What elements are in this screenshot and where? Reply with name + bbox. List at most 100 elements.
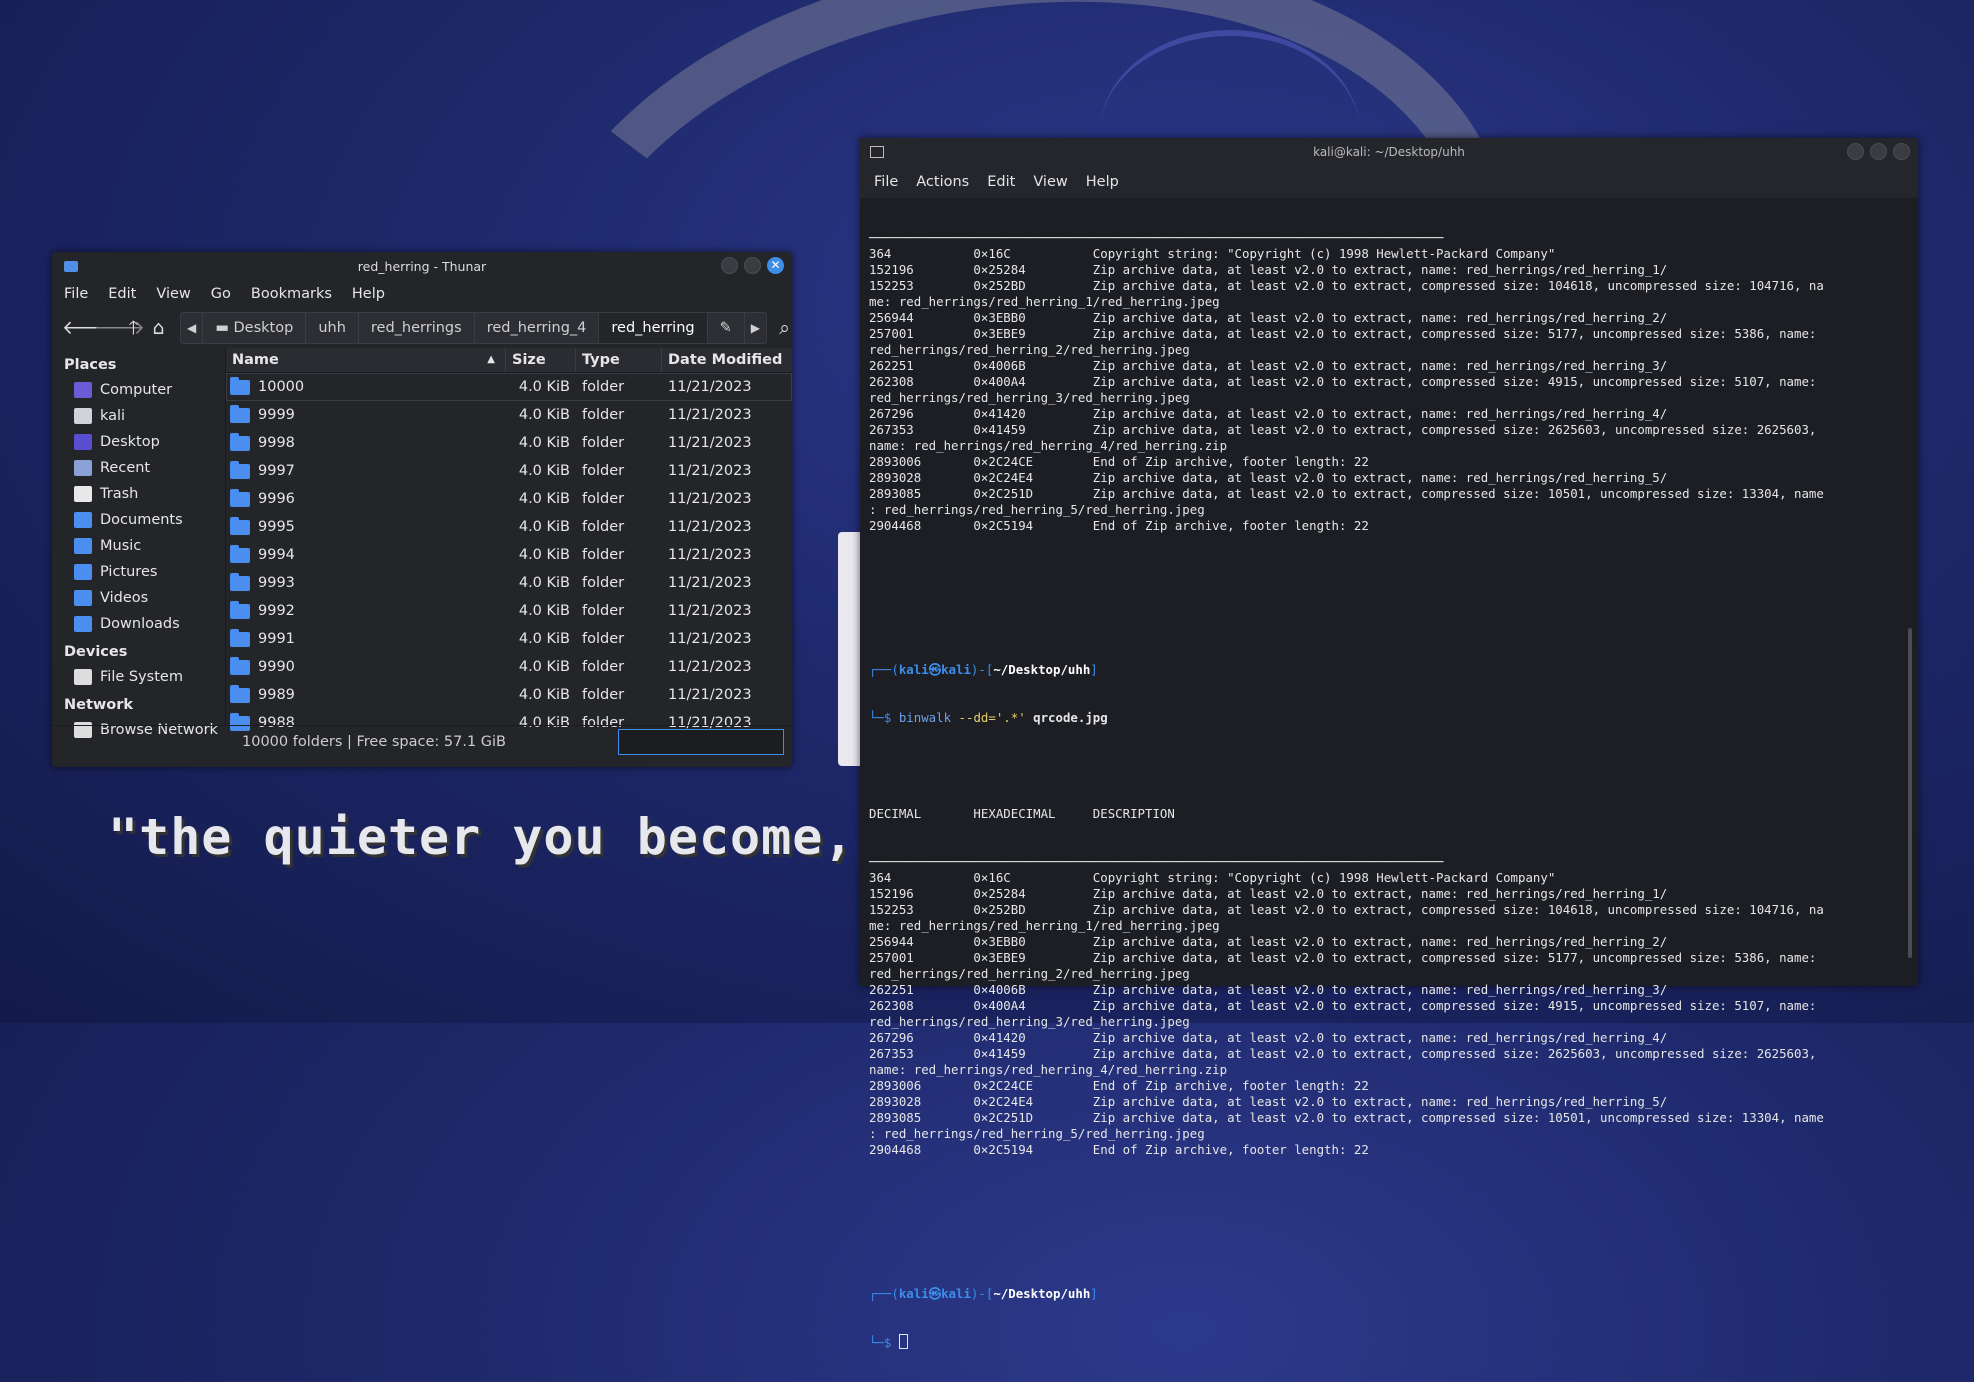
computer-icon — [74, 382, 92, 398]
menu-view[interactable]: View — [156, 286, 190, 302]
sidebar-item-label: Pictures — [100, 564, 158, 580]
breadcrumb-right-arrow-icon[interactable]: ▶ — [745, 313, 766, 343]
terminal-menu-view[interactable]: View — [1033, 174, 1067, 190]
home-icon[interactable]: ⌂ — [151, 317, 166, 339]
sidebar-item-label: Downloads — [100, 616, 180, 632]
terminal-line: 2893085 0×2C251D Zip archive data, at le… — [869, 1110, 1824, 1125]
column-date-modified[interactable]: Date Modified — [662, 348, 792, 372]
sidebar-item-documents[interactable]: Documents — [52, 507, 225, 533]
file-date-cell: 11/21/2023 — [668, 631, 752, 647]
music-icon — [74, 538, 92, 554]
sidebar-item-computer[interactable]: Computer — [52, 377, 225, 403]
terminal-line: 267353 0×41459 Zip archive data, at leas… — [869, 422, 1817, 437]
thunar-menubar: File Edit View Go Bookmarks Help — [52, 280, 792, 308]
file-size-cell: 4.0 KiB — [518, 575, 570, 591]
breadcrumb-red-herring-4[interactable]: red_herring_4 — [475, 313, 600, 343]
terminal-line: ────────────────────────────────────────… — [869, 230, 1444, 245]
sidebar-item-recent[interactable]: Recent — [52, 455, 225, 481]
menu-file[interactable]: File — [64, 286, 88, 302]
downloads-icon — [74, 616, 92, 632]
terminal-menu-file[interactable]: File — [874, 174, 898, 190]
table-row[interactable]: 9994 4.0 KiB folder 11/21/2023 — [226, 541, 792, 569]
file-type-cell: folder — [582, 463, 625, 479]
table-row[interactable]: 9996 4.0 KiB folder 11/21/2023 — [226, 485, 792, 513]
terminal-menu-actions[interactable]: Actions — [916, 174, 969, 190]
file-type-cell: folder — [582, 435, 625, 451]
column-name[interactable]: Name ▲ — [226, 348, 506, 372]
terminal-line: me: red_herrings/red_herring_1/red_herri… — [869, 294, 1220, 309]
terminal-output[interactable]: ────────────────────────────────────────… — [869, 198, 1900, 1382]
file-type-cell: folder — [582, 519, 625, 535]
documents-icon — [74, 512, 92, 528]
terminal-line: 257001 0×3EBE9 Zip archive data, at leas… — [869, 326, 1817, 341]
table-row[interactable]: 9992 4.0 KiB folder 11/21/2023 — [226, 597, 792, 625]
table-row[interactable]: 9989 4.0 KiB folder 11/21/2023 — [226, 681, 792, 709]
table-row[interactable]: 9995 4.0 KiB folder 11/21/2023 — [226, 513, 792, 541]
search-icon[interactable]: ⌕ — [777, 317, 792, 339]
table-row[interactable]: 9991 4.0 KiB folder 11/21/2023 — [226, 625, 792, 653]
terminal-line: 262308 0×400A4 Zip archive data, at leas… — [869, 374, 1817, 389]
column-size[interactable]: Size — [506, 348, 576, 372]
table-row[interactable]: 9997 4.0 KiB folder 11/21/2023 — [226, 457, 792, 485]
file-size-cell: 4.0 KiB — [518, 407, 570, 423]
terminal-maximize-button[interactable] — [1870, 143, 1887, 160]
table-row[interactable]: 9999 4.0 KiB folder 11/21/2023 — [226, 401, 792, 429]
sidebar-item-file-system[interactable]: File System — [52, 664, 225, 690]
devices-heading: Devices — [64, 644, 128, 660]
terminal-line: 267353 0×41459 Zip archive data, at leas… — [869, 1046, 1817, 1061]
active-prompt[interactable]: └─$ — [869, 1334, 1900, 1350]
file-size-cell: 4.0 KiB — [518, 687, 570, 703]
file-name-cell: 9989 — [226, 684, 506, 703]
sidebar-item-pictures[interactable]: Pictures — [52, 559, 225, 585]
sidebar-item-downloads[interactable]: Downloads — [52, 611, 225, 637]
file-name-cell: 9994 — [226, 544, 506, 563]
file-size-cell: 4.0 KiB — [518, 659, 570, 675]
terminal-line: red_herrings/red_herring_3/red_herring.j… — [869, 390, 1190, 405]
breadcrumb-left-arrow-icon[interactable]: ◀ — [181, 313, 204, 343]
sidebar-item-trash[interactable]: Trash — [52, 481, 225, 507]
back-arrow-icon[interactable]: 🡐 — [62, 317, 113, 339]
terminal-line: ────────────────────────────────────────… — [869, 854, 1444, 869]
breadcrumb-red-herring[interactable]: red_herring — [599, 313, 708, 343]
terminal-scrollbar[interactable] — [1908, 628, 1912, 958]
menu-go[interactable]: Go — [211, 286, 231, 302]
terminal-menu-help[interactable]: Help — [1086, 174, 1119, 190]
sidebar-item-music[interactable]: Music — [52, 533, 225, 559]
thunar-toolbar: 🡐 🡒 🡑 ⌂ ◀ ▬ Desktop uhh red_herrings red… — [52, 308, 792, 348]
table-row[interactable]: 9990 4.0 KiB folder 11/21/2023 — [226, 653, 792, 681]
folder-icon — [230, 516, 250, 535]
table-row[interactable]: 9998 4.0 KiB folder 11/21/2023 — [226, 429, 792, 457]
menu-help[interactable]: Help — [352, 286, 385, 302]
file-size-cell: 4.0 KiB — [518, 379, 570, 395]
terminal-titlebar[interactable]: kali@kali: ~/Desktop/uhh — [860, 138, 1918, 166]
filter-input[interactable] — [618, 729, 784, 755]
breadcrumb-red-herrings[interactable]: red_herrings — [359, 313, 475, 343]
sidebar-item-desktop[interactable]: Desktop — [52, 429, 225, 455]
terminal-menu-edit[interactable]: Edit — [987, 174, 1015, 190]
terminal-line: 152253 0×252BD Zip archive data, at leas… — [869, 278, 1824, 293]
terminal-close-button[interactable] — [1893, 143, 1910, 160]
table-row[interactable]: 9993 4.0 KiB folder 11/21/2023 — [226, 569, 792, 597]
file-name-cell: 9991 — [226, 628, 506, 647]
edit-path-pencil-icon[interactable]: ✎ — [708, 313, 745, 343]
breadcrumb-uhh[interactable]: uhh — [306, 313, 359, 343]
up-arrow-icon[interactable]: 🡑 — [126, 317, 141, 339]
close-button[interactable]: ✕ — [767, 257, 784, 274]
menu-bookmarks[interactable]: Bookmarks — [251, 286, 332, 302]
terminal-minimize-button[interactable] — [1847, 143, 1864, 160]
file-type-cell: folder — [582, 687, 625, 703]
sidebar-item-label: Desktop — [100, 434, 160, 450]
breadcrumb-desktop[interactable]: ▬ Desktop — [203, 313, 307, 343]
sidebar-item-videos[interactable]: Videos — [52, 585, 225, 611]
file-name-cell: 9996 — [226, 488, 506, 507]
menu-edit[interactable]: Edit — [108, 286, 136, 302]
column-type[interactable]: Type — [576, 348, 662, 372]
forward-arrow-icon[interactable]: 🡒 — [94, 317, 145, 339]
maximize-button[interactable] — [744, 257, 761, 274]
table-row[interactable]: 10000 4.0 KiB folder 11/21/2023 — [226, 373, 792, 401]
folder-icon — [230, 432, 250, 451]
terminal-line: name: red_herrings/red_herring_4/red_her… — [869, 438, 1228, 453]
thunar-titlebar[interactable]: red_herring - Thunar ✕ — [52, 252, 792, 280]
sidebar-item-kali[interactable]: kali — [52, 403, 225, 429]
minimize-button[interactable] — [721, 257, 738, 274]
